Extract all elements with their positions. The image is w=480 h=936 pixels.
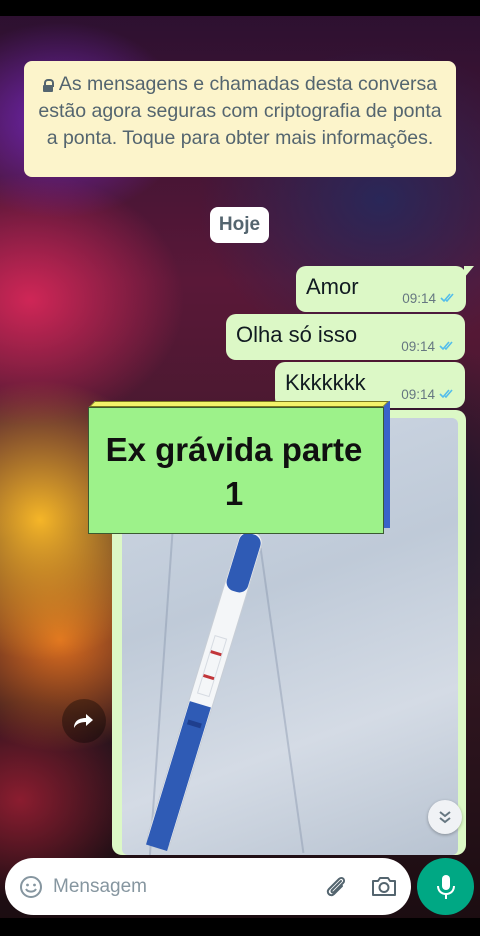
double-chevron-down-icon: [439, 811, 451, 824]
message-input[interactable]: [51, 870, 305, 904]
message-time: 09:14: [402, 291, 436, 306]
message-time: 09:14: [401, 387, 435, 402]
mic-icon: [436, 874, 455, 899]
paperclip-icon[interactable]: [323, 874, 349, 900]
read-ticks-icon: [439, 389, 453, 399]
date-chip: Hoje: [210, 207, 269, 243]
mic-button[interactable]: [417, 858, 474, 915]
read-ticks-icon: [439, 341, 453, 351]
lock-icon: [42, 78, 54, 92]
camera-icon[interactable]: [371, 874, 397, 898]
read-ticks-icon: [440, 293, 454, 303]
message-text: Kkkkkkk: [285, 370, 366, 395]
forward-button[interactable]: [62, 699, 106, 743]
overlay-title-card: Ex grávida parte 1: [88, 407, 384, 534]
overlay-title-line2: 1: [224, 475, 244, 512]
bubble-tail: [464, 266, 474, 278]
overlay-title-text: Ex grávida parte 1: [99, 428, 369, 516]
message-composer: [5, 858, 411, 915]
emoji-icon[interactable]: [19, 875, 43, 899]
forward-icon: [74, 714, 93, 728]
message-bubble[interactable]: Amor 09:14: [296, 266, 474, 312]
navigation-bar: [0, 918, 480, 936]
message-bubble[interactable]: Olha só isso 09:14: [226, 314, 465, 360]
message-text: Amor: [306, 274, 359, 299]
status-bar: [0, 0, 480, 16]
scroll-to-bottom-button[interactable]: [428, 800, 462, 834]
overlay-title-line1: Ex grávida parte: [105, 431, 363, 468]
encryption-notice[interactable]: As mensagens e chamadas desta conversa e…: [24, 61, 456, 177]
message-text: Olha só isso: [236, 322, 358, 347]
encryption-notice-text: As mensagens e chamadas desta conversa e…: [38, 73, 442, 149]
message-time: 09:14: [401, 339, 435, 354]
